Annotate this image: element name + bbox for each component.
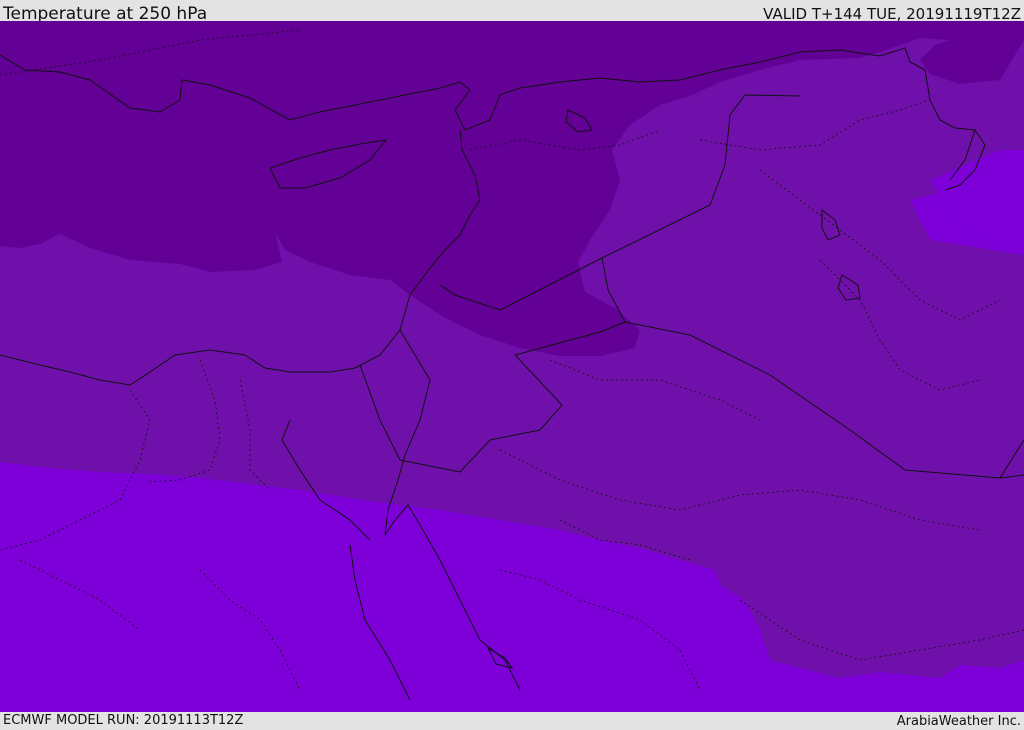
temperature-map[interactable] — [0, 21, 1024, 712]
footer-bar: ECMWF MODEL RUN: 20191113T12Z ArabiaWeat… — [0, 712, 1024, 729]
credit-label: ArabiaWeather Inc. — [896, 714, 1021, 729]
header-bar: Temperature at 250 hPa VALID T+144 TUE, … — [0, 0, 1024, 24]
model-run-label: ECMWF MODEL RUN: 20191113T12Z — [3, 713, 244, 728]
